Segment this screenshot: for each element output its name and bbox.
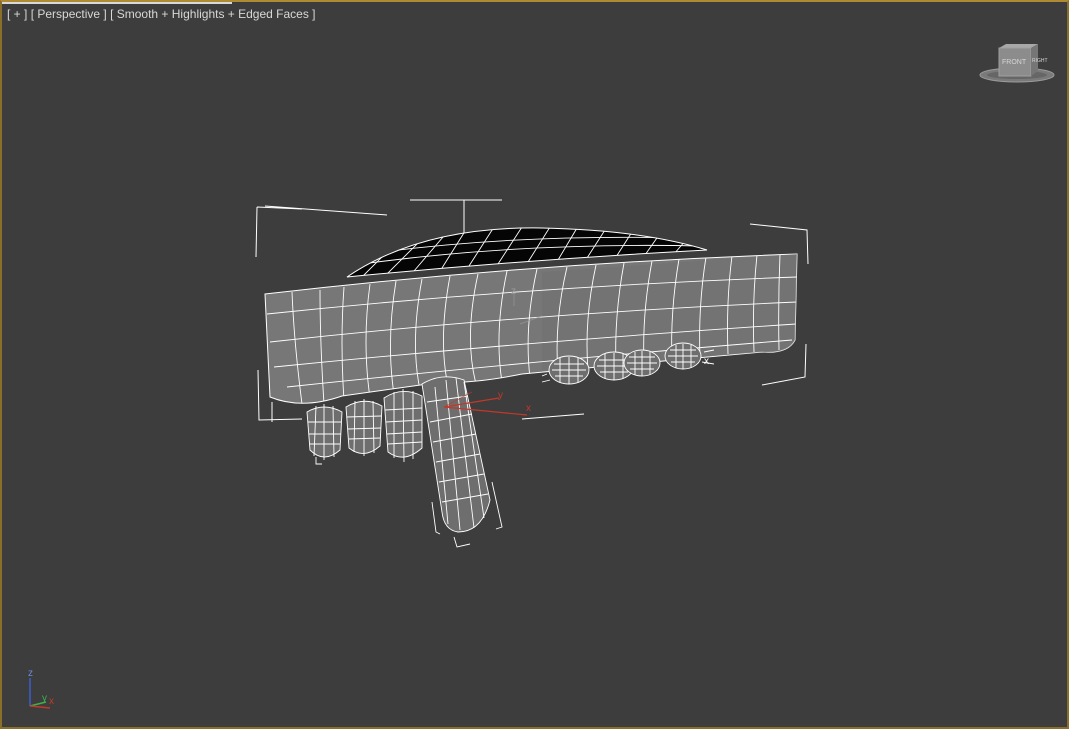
boat-hull[interactable]: z bbox=[264, 253, 798, 404]
world-x-label: x bbox=[49, 696, 54, 707]
viewcube-front-label: FRONT bbox=[1002, 59, 1027, 66]
svg-text:z: z bbox=[511, 286, 516, 297]
scene-canvas[interactable]: z x x y bbox=[2, 2, 1069, 729]
engine-pod[interactable] bbox=[383, 388, 423, 463]
viewcube-icon[interactable]: FRONT RIGHT bbox=[978, 40, 1058, 86]
engine-pod[interactable] bbox=[664, 342, 702, 370]
engine-pod[interactable] bbox=[306, 404, 343, 460]
engine-pod[interactable] bbox=[345, 399, 383, 456]
engine-pod-extended[interactable] bbox=[421, 376, 491, 533]
gizmo-x-label: x bbox=[526, 403, 531, 414]
viewcube-right-label: RIGHT bbox=[1032, 58, 1048, 64]
perspective-viewport[interactable]: z x x y [+] [Perspective] [Smooth +… bbox=[0, 0, 1069, 729]
viewport-label: [ + ] [ Perspective ] [ Smooth + Highlig… bbox=[7, 7, 316, 21]
engine-pod[interactable] bbox=[548, 355, 590, 385]
viewport-view-menu[interactable]: [ Perspective ] bbox=[31, 7, 107, 21]
world-z-label: z bbox=[28, 668, 33, 679]
world-y-label: y bbox=[42, 693, 47, 704]
svg-text:x: x bbox=[704, 356, 709, 367]
gizmo-y-label: y bbox=[498, 390, 503, 401]
world-axis-gizmo: z y x bbox=[28, 668, 54, 709]
viewport-menu-plus[interactable]: [ + ] bbox=[7, 7, 27, 21]
viewport-shading-menu[interactable]: [ Smooth + Highlights + Edged Faces ] bbox=[110, 7, 315, 21]
engine-pod[interactable] bbox=[623, 349, 661, 377]
